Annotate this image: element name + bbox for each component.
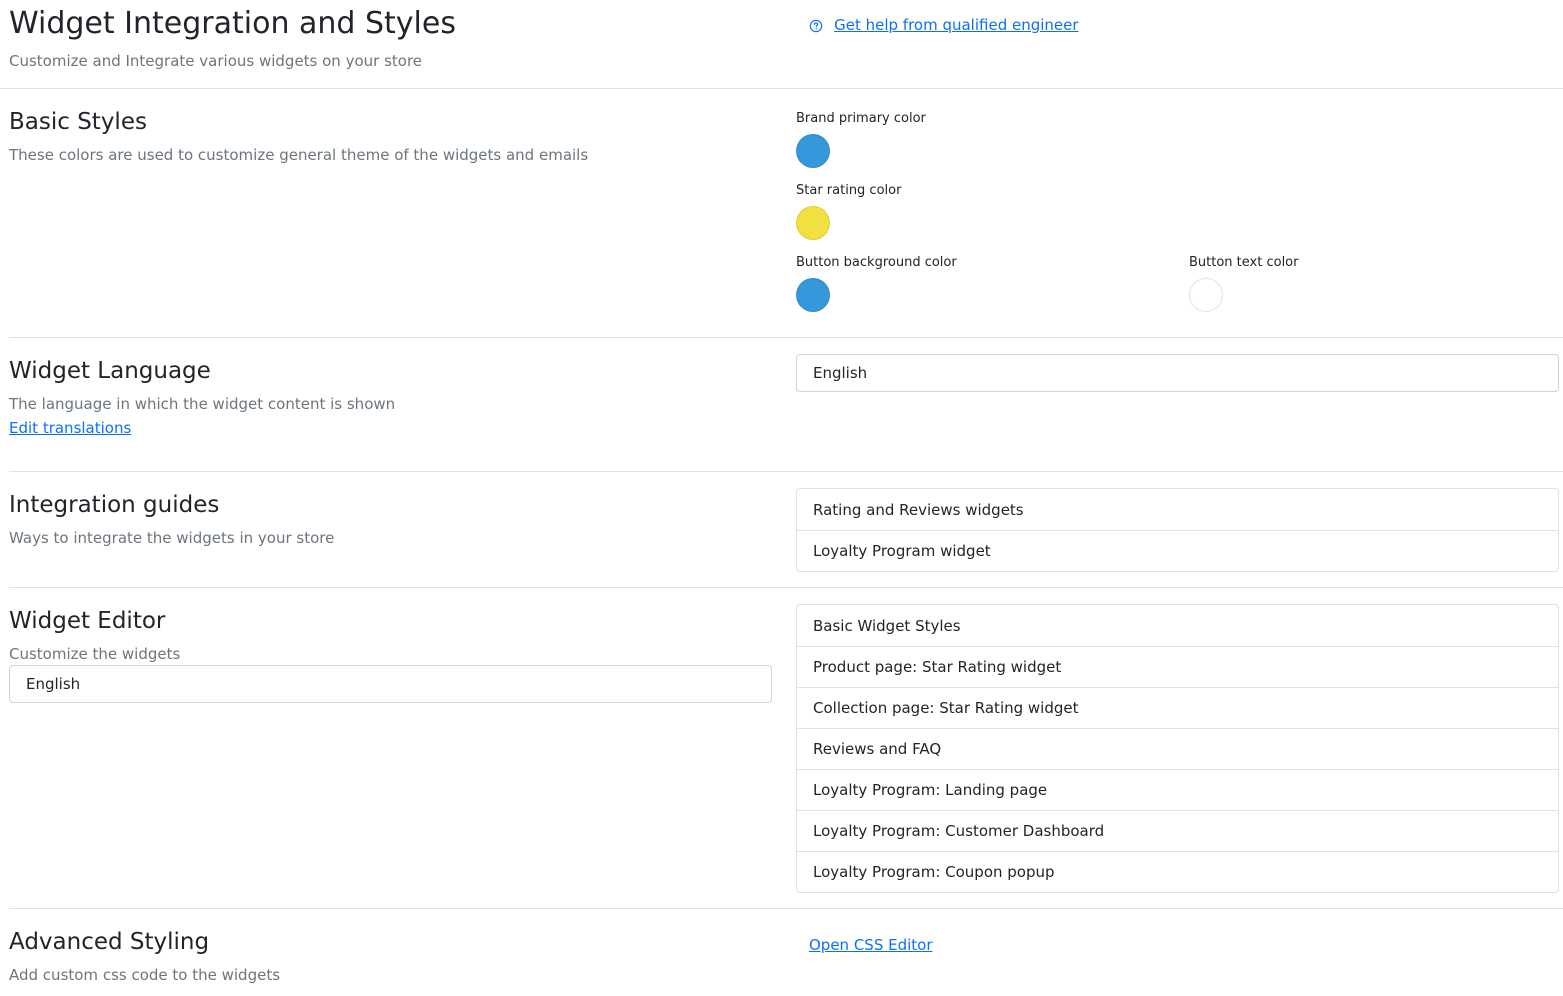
open-css-editor-link[interactable]: Open CSS Editor	[809, 938, 933, 953]
list-item[interactable]: Loyalty Program: Customer Dashboard	[797, 810, 1558, 851]
list-item[interactable]: Rating and Reviews widgets	[797, 489, 1558, 530]
page-subtitle: Customize and Integrate various widgets …	[9, 52, 423, 70]
button-text-swatch[interactable]	[1189, 278, 1223, 312]
basic-styles-description: These colors are used to customize gener…	[9, 146, 589, 164]
divider	[0, 88, 1563, 89]
brand-primary-label: Brand primary color	[796, 111, 926, 126]
widget-language-description: The language in which the widget content…	[9, 395, 396, 413]
edit-translations-link[interactable]: Edit translations	[9, 421, 131, 436]
integration-guides-list: Rating and Reviews widgets Loyalty Progr…	[796, 488, 1559, 572]
page-title: Widget Integration and Styles	[9, 6, 456, 41]
divider	[9, 908, 1563, 909]
widget-editor-title: Widget Editor	[9, 608, 166, 634]
list-item[interactable]: Collection page: Star Rating widget	[797, 687, 1558, 728]
list-item[interactable]: Reviews and FAQ	[797, 728, 1558, 769]
help-link[interactable]: Get help from qualified engineer	[834, 16, 1078, 34]
widget-editor-description: Customize the widgets	[9, 645, 181, 663]
widget-language-title: Widget Language	[9, 358, 211, 384]
list-item[interactable]: Product page: Star Rating widget	[797, 646, 1558, 687]
list-item[interactable]: Loyalty Program: Landing page	[797, 769, 1558, 810]
list-item[interactable]: Loyalty Program widget	[797, 530, 1558, 571]
question-circle-icon	[809, 19, 823, 32]
help-link-container[interactable]: Get help from qualified engineer	[809, 15, 1079, 34]
advanced-styling-description: Add custom css code to the widgets	[9, 966, 281, 984]
divider	[9, 471, 1563, 472]
button-text-label: Button text color	[1189, 255, 1299, 270]
widget-language-select-value: English	[813, 364, 868, 382]
list-item[interactable]: Basic Widget Styles	[797, 605, 1558, 646]
widget-language-select[interactable]: English	[796, 354, 1559, 392]
widget-editor-list: Basic Widget Styles Product page: Star R…	[796, 604, 1559, 893]
star-rating-swatch[interactable]	[796, 206, 830, 240]
integration-guides-description: Ways to integrate the widgets in your st…	[9, 529, 335, 547]
basic-styles-title: Basic Styles	[9, 109, 147, 135]
star-rating-label: Star rating color	[796, 183, 902, 198]
widget-editor-language-value: English	[26, 675, 81, 693]
integration-guides-title: Integration guides	[9, 492, 220, 518]
button-bg-swatch[interactable]	[796, 278, 830, 312]
advanced-styling-title: Advanced Styling	[9, 929, 210, 955]
widget-editor-language-select[interactable]: English	[9, 665, 772, 703]
list-item[interactable]: Loyalty Program: Coupon popup	[797, 851, 1558, 892]
divider	[9, 587, 1563, 588]
button-bg-label: Button background color	[796, 255, 957, 270]
divider	[9, 337, 1563, 338]
brand-primary-swatch[interactable]	[796, 134, 830, 168]
